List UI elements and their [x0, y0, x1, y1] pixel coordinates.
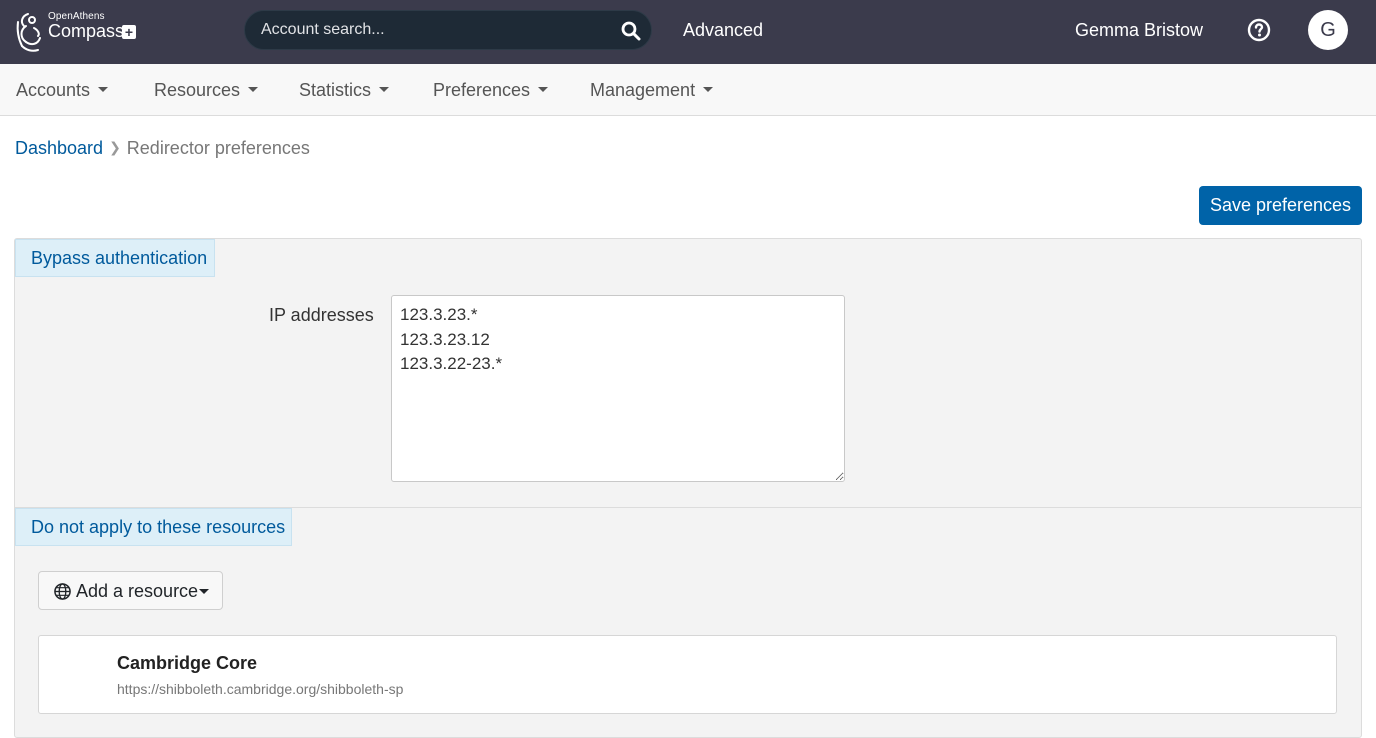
resource-url: https://shibboleth.cambridge.org/shibbol… — [117, 681, 404, 697]
breadcrumb-current: Redirector preferences — [126, 138, 310, 158]
advanced-search-link[interactable]: Advanced — [683, 20, 763, 41]
search-icon[interactable] — [621, 21, 641, 41]
main-nav: Accounts Resources Statistics Preference… — [0, 64, 1376, 116]
nav-resources[interactable]: Resources — [154, 80, 259, 101]
nav-preferences-label: Preferences — [433, 80, 531, 100]
caret-down-icon — [703, 86, 714, 92]
breadcrumb: Dashboard ❯ Redirector preferences — [15, 138, 310, 159]
athena-logo-icon — [16, 13, 41, 52]
account-search-input[interactable] — [261, 11, 611, 49]
nav-management[interactable]: Management — [590, 80, 714, 101]
caret-down-icon — [538, 86, 549, 92]
excluded-resources-heading: Do not apply to these resources — [15, 508, 292, 546]
caret-down-icon — [199, 589, 209, 594]
nav-statistics[interactable]: Statistics — [299, 80, 390, 101]
ip-addresses-label: IP addresses — [269, 305, 374, 325]
caret-down-icon — [248, 86, 259, 92]
nav-management-label: Management — [590, 80, 696, 100]
nav-resources-label: Resources — [154, 80, 241, 100]
resource-name: Cambridge Core — [117, 653, 258, 673]
preferences-panel: Bypass authentication IP addresses 123.3… — [14, 238, 1362, 738]
caret-down-icon — [98, 86, 109, 92]
chevron-right-icon: ❯ — [109, 139, 121, 155]
avatar[interactable]: G — [1308, 10, 1348, 50]
ip-addresses-textarea[interactable]: 123.3.23.* 123.3.23.12 123.3.22-23.* — [391, 295, 845, 482]
nav-accounts[interactable]: Accounts — [16, 80, 109, 101]
nav-preferences[interactable]: Preferences — [433, 80, 549, 101]
account-search — [244, 10, 652, 50]
logo-plus-badge: + — [122, 25, 136, 39]
add-resource-button[interactable]: Add a resource — [38, 571, 223, 610]
save-preferences-button[interactable]: Save preferences — [1199, 186, 1362, 225]
openathens-compass-logo[interactable]: OpenAthens Compass + — [14, 8, 144, 56]
nav-statistics-label: Statistics — [299, 80, 372, 100]
user-name[interactable]: Gemma Bristow — [1075, 20, 1203, 41]
bypass-authentication-heading: Bypass authentication — [15, 239, 215, 277]
top-bar: OpenAthens Compass + Advanced Gemma Bris… — [0, 0, 1376, 64]
nav-accounts-label: Accounts — [16, 80, 91, 100]
add-resource-label: Add a resource — [76, 581, 199, 601]
help-icon[interactable] — [1247, 18, 1271, 42]
caret-down-icon — [379, 86, 390, 92]
globe-icon — [54, 583, 71, 600]
logo-big-text: Compass — [48, 21, 125, 41]
resource-card[interactable]: Cambridge Core https://shibboleth.cambri… — [38, 635, 1337, 714]
breadcrumb-dashboard-link[interactable]: Dashboard — [15, 138, 103, 158]
